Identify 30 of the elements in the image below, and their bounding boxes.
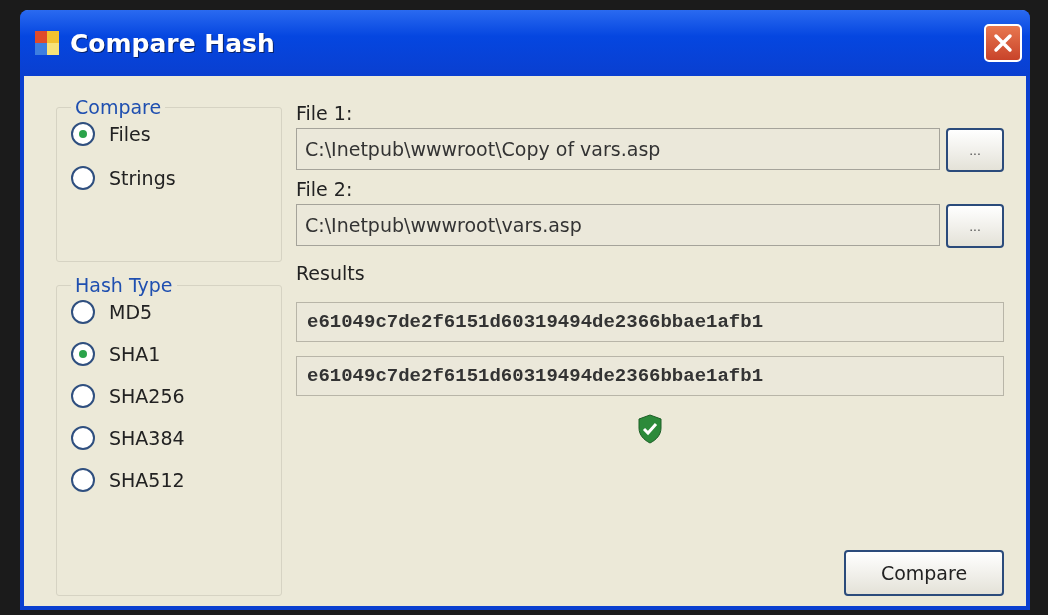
radio-option[interactable]: SHA256 [71, 384, 271, 408]
close-icon [992, 32, 1014, 54]
group-title: Compare [74, 96, 163, 118]
field-label: File 2: [296, 178, 354, 200]
app-icon [34, 30, 60, 56]
hash-result-field: e61049c7de2f6151d60319494de2366bbae1afb1 [296, 356, 1004, 396]
radio-option[interactable]: MD5 [71, 300, 271, 324]
radio-option[interactable]: Strings [71, 166, 271, 190]
radio-option[interactable]: SHA384 [71, 426, 271, 450]
group-title: Hash Type [74, 274, 174, 296]
window-title: Compare Hash [70, 28, 276, 58]
browse-button[interactable]: ... [946, 128, 1004, 172]
file-path-field[interactable]: C:\Inetpub\wwwroot\vars.asp [296, 204, 940, 246]
radio-button[interactable] [71, 122, 95, 146]
radio-button[interactable] [71, 300, 95, 324]
radio-button[interactable] [71, 342, 95, 366]
radio-button[interactable] [71, 426, 95, 450]
close-button[interactable] [984, 24, 1022, 62]
radio-button[interactable] [71, 384, 95, 408]
radio-option[interactable]: Files [71, 122, 271, 146]
compare-button[interactable]: Compare [844, 550, 1004, 596]
field-label: Results [296, 262, 366, 284]
hash-result-field: e61049c7de2f6151d60319494de2366bbae1afb1 [296, 302, 1004, 342]
radio-button[interactable] [71, 166, 95, 190]
file-path-field[interactable]: C:\Inetpub\wwwroot\Copy of vars.asp [296, 128, 940, 170]
browse-button[interactable]: ... [946, 204, 1004, 248]
field-label: File 1: [296, 102, 354, 124]
radio-option[interactable]: SHA1 [71, 342, 271, 366]
radio-button[interactable] [71, 468, 95, 492]
radio-option[interactable]: SHA512 [71, 468, 271, 492]
